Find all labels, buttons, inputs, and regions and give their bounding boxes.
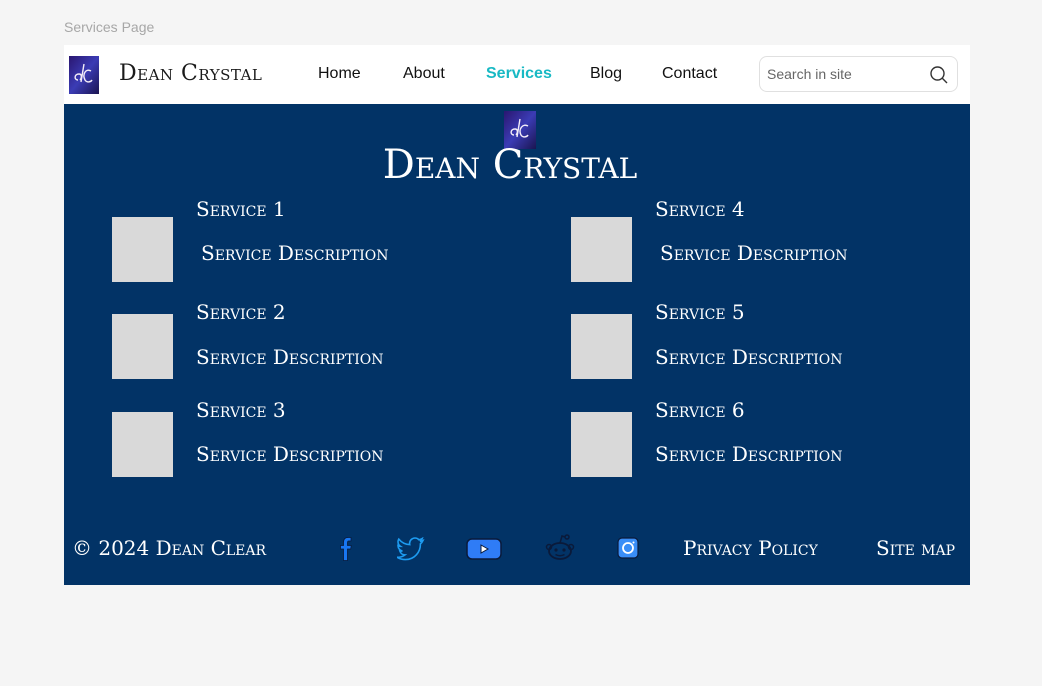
services-section: Dean Crystal Service 1 Service Descripti…	[64, 104, 970, 585]
service-4-image	[571, 217, 632, 282]
service-1-description: Service Description	[201, 241, 389, 265]
service-5-title: Service 5	[655, 300, 745, 324]
frame-label: Services Page	[64, 19, 155, 35]
search-box	[759, 56, 958, 92]
instagram-icon[interactable]	[617, 537, 639, 559]
service-6-description: Service Description	[655, 442, 843, 466]
service-3-description: Service Description	[196, 442, 384, 466]
services-page: Dean Crystal Home About Services Blog Co…	[64, 45, 970, 585]
service-2-description: Service Description	[196, 345, 384, 369]
service-5-description: Service Description	[655, 345, 843, 369]
search-input[interactable]	[767, 65, 917, 83]
privacy-policy-link[interactable]: Privacy Policy	[683, 536, 818, 560]
site-map-link[interactable]: Site map	[876, 536, 955, 560]
twitter-icon[interactable]	[397, 537, 425, 561]
youtube-icon[interactable]	[466, 537, 502, 561]
brand-name[interactable]: Dean Crystal	[119, 61, 262, 86]
service-1-title: Service 1	[196, 197, 286, 221]
nav-services[interactable]: Services	[486, 65, 552, 83]
service-5-image	[571, 314, 632, 379]
service-6-title: Service 6	[655, 398, 745, 422]
facebook-icon[interactable]	[339, 537, 353, 561]
reddit-icon[interactable]	[545, 534, 575, 562]
service-3-image	[112, 412, 173, 477]
service-6-image	[571, 412, 632, 477]
copyright-text: © 2024 Dean Clear	[72, 536, 267, 560]
top-navigation-bar: Dean Crystal Home About Services Blog Co…	[64, 45, 970, 104]
service-1-image	[112, 217, 173, 282]
nav-blog[interactable]: Blog	[590, 65, 622, 83]
search-icon[interactable]	[929, 65, 949, 85]
service-2-image	[112, 314, 173, 379]
service-2-title: Service 2	[196, 300, 286, 324]
logo-icon[interactable]	[69, 56, 99, 94]
service-4-title: Service 4	[655, 197, 745, 221]
hero-title: Dean Crystal	[382, 142, 638, 188]
nav-home[interactable]: Home	[318, 65, 361, 83]
service-3-title: Service 3	[196, 398, 286, 422]
nav-contact[interactable]: Contact	[662, 65, 717, 83]
service-4-description: Service Description	[660, 241, 848, 265]
nav-about[interactable]: About	[403, 65, 445, 83]
